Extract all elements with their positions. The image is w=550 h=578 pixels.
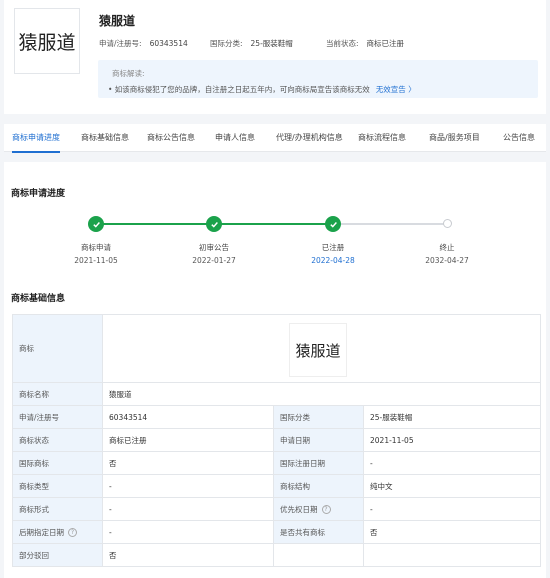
- row-key: 申请日期: [273, 428, 364, 452]
- row-key: 是否共有商标: [273, 520, 364, 544]
- intl-class-label: 国际分类:: [210, 39, 243, 48]
- step-date: 2022-04-28: [311, 256, 355, 265]
- help-icon[interactable]: ?: [68, 528, 77, 537]
- step-check-icon: [88, 216, 104, 232]
- row-value: 否: [362, 520, 542, 544]
- row-value: -: [102, 520, 274, 544]
- help-icon[interactable]: ?: [321, 505, 331, 514]
- trademark-logo: 猿服道: [14, 8, 80, 74]
- step-label: 商标申请: [81, 243, 111, 252]
- tab-process-info[interactable]: 商标流程信息: [358, 124, 406, 152]
- tab-basic-info[interactable]: 商标基础信息: [81, 124, 129, 152]
- row-value: 60343514: [102, 405, 274, 429]
- step-label: 初审公告: [199, 243, 229, 252]
- tab-applicant-info[interactable]: 申请人信息: [215, 124, 255, 152]
- logo-value: 猿服道: [101, 314, 542, 383]
- intl-class: 国际分类: 25-服装鞋帽: [210, 38, 293, 49]
- current-status: 当前状态: 商标已注册: [326, 38, 404, 49]
- row-value: -: [102, 497, 274, 521]
- tab-progress[interactable]: 商标申请进度: [12, 124, 60, 153]
- row-key: 国际商标: [12, 451, 103, 475]
- name-key: 商标名称: [12, 382, 103, 406]
- row-key: 后期指定日期?: [12, 520, 103, 544]
- row-key: 部分驳回: [12, 543, 103, 567]
- row-key-text: 优先权日期: [280, 504, 318, 514]
- step-date: 2022-01-27: [192, 256, 236, 265]
- notice-title: 商标解读:: [112, 69, 145, 78]
- row-key: 优先权日期?: [273, 497, 364, 521]
- trademark-image: 猿服道: [289, 323, 347, 377]
- tab-announcement-info[interactable]: 商标公告信息: [147, 124, 195, 152]
- step-label: 终止: [439, 243, 455, 252]
- basic-info-title: 商标基础信息: [11, 294, 66, 304]
- empty-cell: [273, 543, 364, 567]
- row-key: 国际分类: [273, 405, 364, 429]
- intl-class-value: 25-服装鞋帽: [250, 39, 293, 48]
- reg-no: 申请/注册号: 60343514: [99, 38, 188, 49]
- notice-body: • 如该商标侵犯了您的品牌，自注册之日起五年内，可向商标局宣告该商标无效: [108, 85, 370, 94]
- row-key: 商标形式: [12, 497, 103, 521]
- trademark-name: 猿服道: [99, 14, 136, 28]
- row-value: -: [362, 497, 542, 521]
- row-value: -: [102, 474, 274, 498]
- main-panel: 商标申请进度 商标申请 初审公告 已注册 终止 2021-11-05 2022-…: [4, 162, 546, 578]
- step-date: 2021-11-05: [74, 256, 118, 265]
- invalidation-link[interactable]: 无效宣告 〉: [376, 85, 416, 94]
- row-key: 商标状态: [12, 428, 103, 452]
- table-row: 国际商标 否 国际注册日期 -: [12, 451, 542, 475]
- basic-info-table: 商标 猿服道 商标名称 猿服道 申请/注册号 60343514 国际分类 25-…: [12, 314, 542, 567]
- row-key: 商标类型: [12, 474, 103, 498]
- row-key: 申请/注册号: [12, 405, 103, 429]
- row-value: 商标已注册: [102, 428, 274, 452]
- row-value: 25-服装鞋帽: [362, 405, 542, 429]
- step-check-icon: [325, 216, 341, 232]
- table-row: 商标 猿服道: [12, 314, 542, 383]
- name-value: 猿服道: [101, 382, 542, 406]
- table-row: 商标名称 猿服道: [12, 382, 542, 406]
- step-date: 2032-04-27: [425, 256, 469, 265]
- table-row: 申请/注册号 60343514 国际分类 25-服装鞋帽: [12, 405, 542, 429]
- tab-bar: 商标申请进度 商标基础信息 商标公告信息 申请人信息 代理/办理机构信息 商标流…: [4, 124, 546, 153]
- row-value: 纯中文: [362, 474, 542, 498]
- tab-goods-services[interactable]: 商品/服务项目: [429, 124, 480, 152]
- row-value: 2021-11-05: [362, 428, 542, 452]
- row-value: 否: [102, 451, 274, 475]
- current-status-value: 商标已注册: [366, 39, 405, 48]
- empty-cell: [362, 543, 542, 567]
- row-value: -: [362, 451, 542, 475]
- table-row: 后期指定日期? - 是否共有商标 否: [12, 520, 542, 544]
- trademark-logo-text: 猿服道: [18, 31, 76, 54]
- table-row: 商标状态 商标已注册 申请日期 2021-11-05: [12, 428, 542, 452]
- table-row: 商标类型 - 商标结构 纯中文: [12, 474, 542, 498]
- trademark-notice: 商标解读: • 如该商标侵犯了您的品牌，自注册之日起五年内，可向商标局宣告该商标…: [98, 60, 538, 98]
- row-key: 商标结构: [273, 474, 364, 498]
- table-row: 部分驳回 否: [12, 543, 542, 567]
- reg-no-value: 60343514: [149, 39, 188, 48]
- row-key-text: 后期指定日期: [19, 527, 64, 537]
- row-key: 国际注册日期: [273, 451, 364, 475]
- progress-title: 商标申请进度: [11, 189, 66, 199]
- step-label: 已注册: [321, 243, 345, 252]
- logo-key: 商标: [12, 314, 103, 383]
- step-pending-icon: [443, 219, 452, 228]
- current-status-label: 当前状态:: [326, 39, 359, 48]
- row-value: 否: [102, 543, 274, 567]
- trademark-header: 猿服道 猿服道 申请/注册号: 60343514 国际分类: 25-服装鞋帽 当前状…: [4, 0, 546, 114]
- step-check-icon: [206, 216, 222, 232]
- table-row: 商标形式 - 优先权日期? -: [12, 497, 542, 521]
- tab-agency-info[interactable]: 代理/办理机构信息: [276, 124, 343, 152]
- progress-line-pending: [333, 223, 447, 225]
- notice-text: • 如该商标侵犯了您的品牌，自注册之日起五年内，可向商标局宣告该商标无效 无效宣告…: [108, 84, 416, 95]
- reg-no-label: 申请/注册号:: [99, 39, 142, 48]
- tab-announcements[interactable]: 公告信息: [503, 124, 535, 152]
